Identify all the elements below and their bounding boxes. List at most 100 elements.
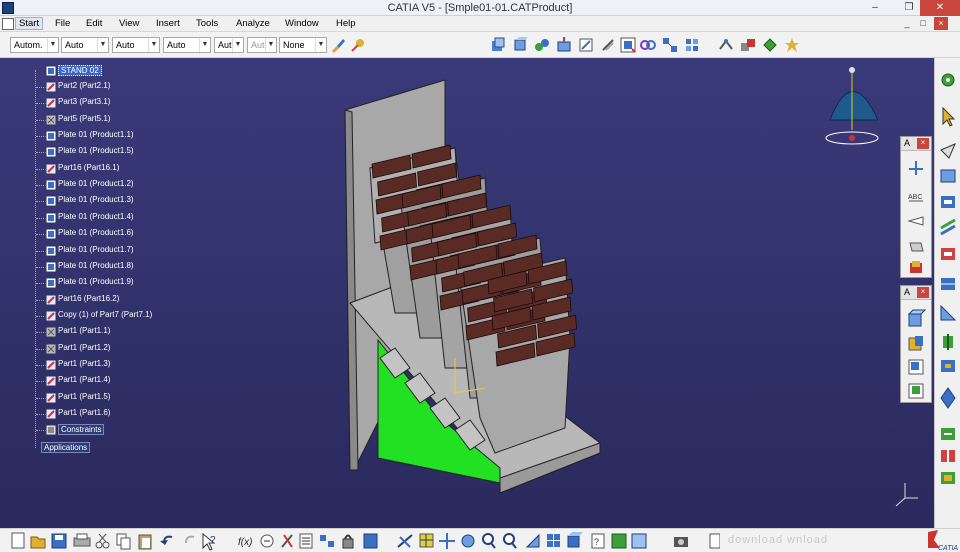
paint-brush-icon[interactable] xyxy=(330,37,346,53)
palette-1-close-button[interactable]: × xyxy=(917,138,929,149)
select-arrow-icon[interactable] xyxy=(942,106,956,127)
undo-icon[interactable] xyxy=(160,535,173,545)
fit-all-icon[interactable] xyxy=(419,533,434,548)
menu-insert[interactable]: Insert xyxy=(156,18,180,29)
zoom-in-icon[interactable] xyxy=(482,533,496,549)
replace-component-icon[interactable] xyxy=(908,359,924,375)
minimize-button[interactable]: – xyxy=(862,0,888,16)
view-icon[interactable] xyxy=(909,242,924,252)
quick-constraint-icon[interactable] xyxy=(940,387,956,409)
render-style-combo[interactable]: None ▼ xyxy=(279,37,327,53)
fly-icon[interactable] xyxy=(397,534,413,548)
tree-node-label: Plate 01 (Product1.3) xyxy=(58,195,134,205)
view-mode-icon[interactable]: ? xyxy=(591,533,605,549)
clash-icon[interactable] xyxy=(640,37,656,53)
redo-icon[interactable] xyxy=(185,535,195,544)
explode-icon[interactable] xyxy=(620,37,636,53)
fix-together-icon[interactable] xyxy=(941,360,955,372)
capture-icon[interactable] xyxy=(910,261,922,273)
lock-icon[interactable] xyxy=(342,534,354,549)
transparency-combo[interactable]: Auto ▼ xyxy=(61,37,109,53)
layer-combo[interactable]: Aut ▼ xyxy=(247,37,277,53)
catalog-icon[interactable] xyxy=(299,533,313,549)
existing-component-icon[interactable] xyxy=(907,309,927,327)
annotation-icon[interactable] xyxy=(909,161,923,175)
line-thickness-combo[interactable]: Auto ▼ xyxy=(112,37,160,53)
apply-material-icon[interactable] xyxy=(350,37,366,53)
restore-button[interactable]: ❐ xyxy=(896,0,922,16)
rotate-icon[interactable] xyxy=(461,534,475,548)
print-icon[interactable] xyxy=(73,533,91,547)
manipulate-icon[interactable] xyxy=(684,37,700,53)
iso-view-icon[interactable] xyxy=(567,532,583,548)
snap-icon[interactable] xyxy=(600,37,616,53)
new-icon[interactable] xyxy=(11,532,25,549)
document-icon[interactable] xyxy=(2,18,14,30)
doc-minimize-button[interactable]: _ xyxy=(900,17,914,30)
pan-icon[interactable] xyxy=(439,533,455,549)
line-type-combo[interactable]: Auto ▼ xyxy=(163,37,211,53)
offset-icon[interactable] xyxy=(941,278,955,290)
constraint-list-icon[interactable] xyxy=(941,196,955,208)
constraint-icon[interactable] xyxy=(578,37,594,53)
gear-icon[interactable] xyxy=(941,73,955,87)
menu-analyze[interactable]: Analyze xyxy=(236,18,270,29)
doc-close-button[interactable]: × xyxy=(934,17,948,30)
contact-icon[interactable] xyxy=(941,248,955,260)
save-icon[interactable] xyxy=(51,533,67,549)
update-icon[interactable] xyxy=(941,428,955,440)
bill-of-material-icon[interactable] xyxy=(490,37,506,53)
insert-product-icon[interactable] xyxy=(940,169,956,183)
flag-note-icon[interactable] xyxy=(907,216,924,226)
tree-node-label: Copy (1) of Part7 (Part7.1) xyxy=(58,309,153,319)
fix-component-icon[interactable] xyxy=(943,334,953,350)
cut-section-icon[interactable] xyxy=(534,37,550,53)
whats-this-icon[interactable]: ? xyxy=(202,532,216,551)
angle-icon[interactable] xyxy=(940,304,957,321)
save-management-icon[interactable] xyxy=(363,533,378,549)
rotate-component-icon[interactable] xyxy=(512,37,528,53)
fly-mode-icon[interactable] xyxy=(940,143,956,159)
paste-icon[interactable] xyxy=(138,534,152,550)
palette-2-close-button[interactable]: × xyxy=(917,287,929,298)
text-icon[interactable]: ABC xyxy=(908,194,923,202)
menu-edit[interactable]: Edit xyxy=(86,18,102,29)
coincidence-icon[interactable] xyxy=(940,218,956,236)
multi-instantiation-icon[interactable] xyxy=(941,472,955,484)
formula-icon[interactable]: f(x) xyxy=(238,537,252,548)
close-button[interactable]: ✕ xyxy=(920,0,960,16)
enhanced-scene-icon[interactable] xyxy=(762,37,778,53)
fix-icon[interactable] xyxy=(662,37,678,53)
hide-show-icon[interactable] xyxy=(631,533,647,549)
formula-label: f(x) xyxy=(238,537,252,548)
menu-window[interactable]: Window xyxy=(285,18,319,29)
table-icon[interactable] xyxy=(709,533,720,549)
open-icon[interactable] xyxy=(30,536,46,549)
normal-view-icon[interactable] xyxy=(525,533,540,548)
product-structure-icon[interactable] xyxy=(320,535,334,547)
menu-start[interactable]: Start xyxy=(15,17,44,30)
graph-tree-icon[interactable] xyxy=(908,383,924,399)
doc-restore-button[interactable]: □ xyxy=(916,17,930,30)
analysis-icon[interactable] xyxy=(718,37,734,53)
new-component-icon[interactable] xyxy=(908,336,923,351)
menu-file[interactable]: File xyxy=(55,18,70,29)
multi-view-icon[interactable] xyxy=(547,534,560,547)
menu-tools[interactable]: Tools xyxy=(196,18,218,29)
measure-icon[interactable] xyxy=(556,37,572,53)
shading-icon[interactable] xyxy=(611,533,627,549)
camera-icon[interactable] xyxy=(674,537,688,547)
menu-view[interactable]: View xyxy=(119,18,139,29)
copy-icon[interactable] xyxy=(116,533,131,550)
scenes-icon[interactable] xyxy=(740,37,756,53)
publication-icon[interactable] xyxy=(784,37,800,53)
point-type-combo[interactable]: Aut ▼ xyxy=(214,37,244,53)
color-combo[interactable]: Autom. ▼ xyxy=(10,37,59,53)
part-icon xyxy=(45,359,57,371)
cut-icon[interactable] xyxy=(95,533,110,549)
tools-icon[interactable] xyxy=(281,534,293,548)
knowledge-icon[interactable] xyxy=(260,534,274,548)
zoom-out-icon[interactable] xyxy=(503,533,517,549)
reuse-pattern-icon[interactable] xyxy=(941,450,955,462)
menu-help[interactable]: Help xyxy=(336,18,356,29)
